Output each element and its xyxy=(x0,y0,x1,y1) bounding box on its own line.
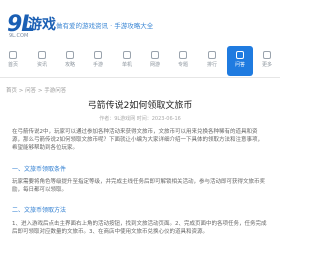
site-header: 9L 游戏 9L.COM 做有爱的游戏资讯 · 手游攻略大全 xyxy=(0,0,280,44)
nav-item-qa[interactable]: 问答 xyxy=(227,46,253,76)
nav-item-label: 资讯 xyxy=(36,62,47,68)
nav-item-guides[interactable]: 攻略 xyxy=(57,46,83,76)
globe-icon xyxy=(151,51,159,59)
phone-icon xyxy=(94,51,102,59)
home-icon xyxy=(9,51,17,59)
site-logo-subtitle: 9L.COM xyxy=(9,33,29,39)
article-intro: 在弓箭传说2中，玩家可以通过参加各种活动来获得文旅币，文旅币可以用来兑换各种稀有… xyxy=(12,129,264,151)
nav-item-label: 专题 xyxy=(177,62,188,68)
question-icon xyxy=(236,51,244,59)
nav-item-label: 排行 xyxy=(206,62,217,68)
nav-item-single-player[interactable]: 单机 xyxy=(114,46,140,76)
nav-item-rankings[interactable]: 排行 xyxy=(199,46,225,76)
nav-item-mobile-games[interactable]: 手游 xyxy=(85,46,111,76)
section-paragraph: 玩家需要将角色等级提升至指定等级，并完成主线任务后即可解锁相关活动，参与活动即可… xyxy=(12,179,266,193)
section-heading: 二、文旅币领取方法 xyxy=(12,207,67,214)
article-meta: 作者：9L游戏网 时间：2023-06-16 xyxy=(99,116,181,122)
nav-item-label: 首页 xyxy=(7,62,18,68)
ranking-icon xyxy=(208,51,216,59)
nav-item-label: 攻略 xyxy=(64,62,75,68)
nav-item-topics[interactable]: 专题 xyxy=(170,46,196,76)
nav-item-more[interactable]: 更多 xyxy=(254,46,280,76)
nav-item-label: 问答 xyxy=(234,62,245,68)
topic-icon xyxy=(179,51,187,59)
site-logo-name[interactable]: 游戏 xyxy=(28,17,56,33)
breadcrumb[interactable]: 首页 > 问答 > 手游问答 xyxy=(6,88,66,95)
article-title: 弓箭传说2如何领取文旅币 xyxy=(87,101,193,111)
nav-item-label: 手游 xyxy=(92,62,103,68)
guide-icon xyxy=(66,51,74,59)
nav-item-label: 更多 xyxy=(261,62,272,68)
nav-item-news[interactable]: 资讯 xyxy=(29,46,55,76)
site-tagline: 做有爱的游戏资讯 · 手游攻略大全 xyxy=(56,22,154,30)
section-paragraph: 1、进入游戏后点击主界面右上角的活动按钮，找到文旅活动页面。2、完成页面中的各项… xyxy=(12,221,267,235)
more-icon xyxy=(263,51,271,59)
nav-item-label: 网游 xyxy=(149,62,160,68)
main-nav: 首页 资讯 攻略 手游 单机 网游 专题 排行 问答 更多 xyxy=(0,46,280,78)
section-heading: 一、文旅币领取条件 xyxy=(12,166,67,173)
nav-item-online-games[interactable]: 网游 xyxy=(142,46,168,76)
nav-item-home[interactable]: 首页 xyxy=(0,46,26,76)
news-icon xyxy=(38,51,46,59)
gamepad-icon xyxy=(123,51,131,59)
nav-item-label: 单机 xyxy=(121,62,132,68)
